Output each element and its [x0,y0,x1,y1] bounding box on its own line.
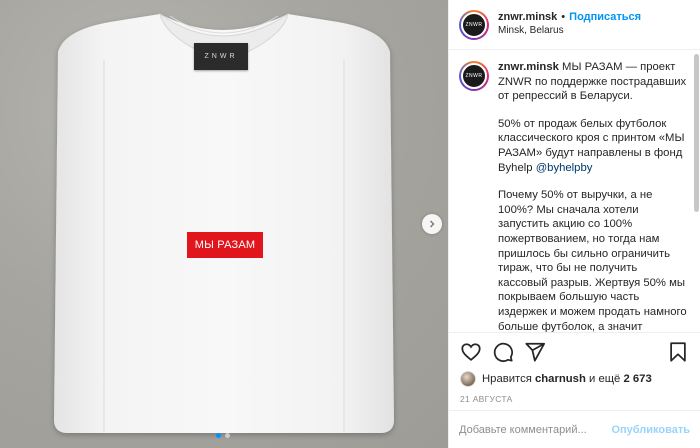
carousel-dot [225,433,230,438]
instagram-post: ZNWR МЫ РАЗАМ ZNWR znwr.minsk • Подписат… [0,0,700,448]
heart-icon [461,342,481,361]
caption-paragraph: znwr.minsk МЫ РАЗАМ — проект ZNWR по под… [498,60,690,104]
add-comment-form: Опубликовать [449,410,700,448]
chevron-right-icon [430,220,435,228]
caption-paragraph: 50% от продаж белых футболок классическо… [498,117,690,175]
avatar[interactable]: ZNWR [459,61,489,91]
username-link[interactable]: znwr.minsk [498,11,557,25]
brand-label-tag: ZNWR [194,43,248,70]
like-button[interactable] [460,341,482,363]
avatar-logo: ZNWR [461,11,487,38]
publish-button[interactable]: Опубликовать [611,424,690,436]
likes-prefix: Нравится [482,373,532,385]
likes-row: Нравится charnush и ещё 2 673 [449,370,700,388]
avatar[interactable]: ZNWR [459,9,489,40]
header-user-row: znwr.minsk • Подписаться [498,11,641,25]
header-text: znwr.minsk • Подписаться Minsk, Belarus [498,11,641,37]
avatar-logo: ZNWR [461,63,487,89]
comment-input[interactable] [459,423,612,436]
mention-link[interactable]: @byhelpby [536,162,593,174]
carousel-indicator [216,433,230,438]
carousel-next-button[interactable] [422,214,442,234]
post-image[interactable]: ZNWR МЫ РАЗАМ [0,0,448,448]
follow-button[interactable]: Подписаться [569,11,641,25]
shirt-print-text: МЫ РАЗАМ [187,232,263,258]
comment-button[interactable] [492,341,514,363]
likes-count-link[interactable]: 2 673 [623,373,651,385]
likes-middle: и ещё [589,373,621,385]
share-icon [525,342,546,362]
post-date[interactable]: 21 АВГУСТА [449,388,700,410]
comments-area[interactable]: ZNWR znwr.minsk МЫ РАЗАМ — проект ZNWR п… [449,50,700,332]
caption-username-link[interactable]: znwr.minsk [498,61,559,73]
post-caption: znwr.minsk МЫ РАЗАМ — проект ZNWR по под… [498,60,690,332]
comment-icon [493,342,513,362]
liker-avatar[interactable] [460,371,476,387]
scrollbar[interactable] [694,54,699,212]
carousel-dot [216,433,221,438]
action-bar [449,332,700,370]
liker-username-link[interactable]: charnush [535,373,586,385]
post-header: ZNWR znwr.minsk • Подписаться Minsk, Bel… [449,0,700,50]
separator-dot: • [561,11,566,24]
bookmark-icon [670,341,686,362]
caption-paragraph: Почему 50% от выручки, а не 100%? Мы сна… [498,189,687,332]
post-sidebar: ZNWR znwr.minsk • Подписаться Minsk, Bel… [448,0,700,448]
save-button[interactable] [667,341,689,363]
share-button[interactable] [524,341,546,363]
location-link[interactable]: Minsk, Belarus [498,25,641,38]
